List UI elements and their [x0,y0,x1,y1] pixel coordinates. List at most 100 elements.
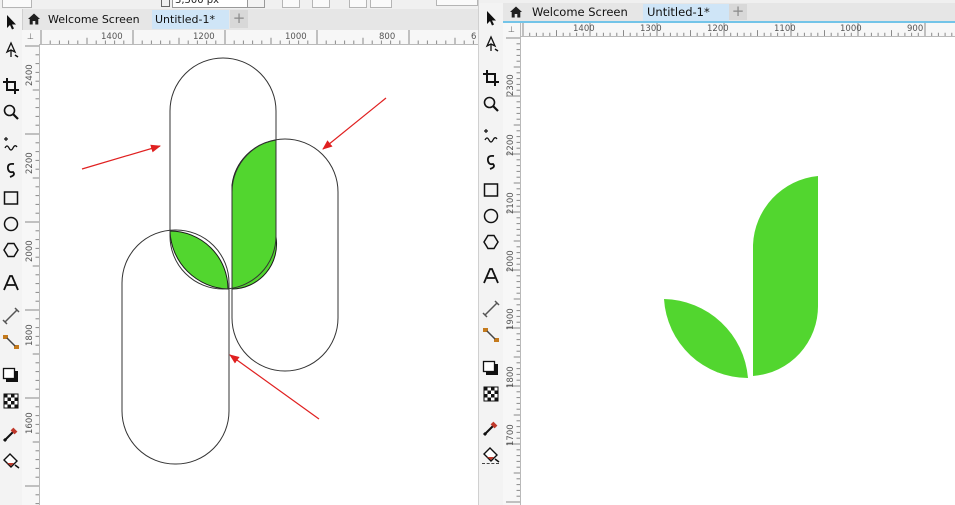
h-ruler-label: 1000 [285,32,307,42]
leaf-intersection-left[interactable] [169,230,229,290]
h-ruler-label: 900 [907,24,923,34]
annotation-arrow [322,97,387,150]
interactive-fill-icon[interactable] [2,451,20,469]
h-ruler-label: 1100 [774,24,796,34]
vertical-ruler[interactable]: 2400 2200 2000 1800 1600 [22,44,40,505]
polygon-tool-icon[interactable] [2,241,20,259]
v-ruler-label: 2200 [25,152,35,174]
interactive-fill-icon[interactable] [482,445,500,463]
crop-tool-icon[interactable] [2,77,20,95]
v-ruler-label: 2200 [506,134,516,156]
v-ruler-label: 1900 [506,308,516,330]
property-bar-button[interactable] [282,0,300,8]
v-ruler-label: 2300 [506,74,516,96]
horizontal-ruler-ticks: 1400 1200 1000 800 6 [40,30,476,44]
add-tab-icon[interactable]: + [230,10,248,28]
window-divider [478,0,479,505]
property-bar: 3,500 px [0,0,478,9]
outline-width-stepper[interactable] [247,0,265,8]
tab-untitled-1[interactable]: Untitled-1* [152,10,229,29]
property-bar-button[interactable] [349,0,367,8]
tab-welcome-screen[interactable]: Welcome Screen [529,4,642,21]
horizontal-ruler-ticks: 1400 1300 1200 1100 1000 900 [522,23,953,36]
h-ruler-label: 1400 [573,24,595,34]
transparency-icon[interactable] [482,385,500,403]
vertical-ruler-ticks: 2400 2200 2000 1800 1600 [25,45,39,505]
v-ruler-label: 1800 [25,324,35,346]
annotation-arrow [229,354,320,420]
dimension-tool-icon[interactable] [482,300,500,318]
freehand-tool-icon[interactable] [482,127,500,145]
right-window: Welcome Screen Untitled-1* + ⊥ 1400 1300… [478,0,955,505]
drawing-content [81,57,387,465]
transparency-icon[interactable] [2,392,20,410]
v-ruler-label: 1800 [506,366,516,388]
drop-shadow-icon[interactable] [2,366,20,384]
freehand-tool-icon[interactable] [2,135,20,153]
rectangle-tool-icon[interactable] [482,181,500,199]
tab-untitled-1[interactable]: Untitled-1* [643,4,729,21]
text-tool-icon[interactable] [482,267,500,285]
drop-shadow-icon[interactable] [482,359,500,377]
horizontal-ruler[interactable]: 1400 1200 1000 800 6 [39,30,478,45]
dimension-tool-icon[interactable] [2,307,20,325]
connector-tool-icon[interactable] [2,333,20,351]
vertical-ruler-ticks: 2300 2200 2100 2000 1900 1800 1700 [506,37,520,503]
h-ruler-label: 6 [471,32,476,42]
shape-tool-icon[interactable] [482,35,500,53]
tab-welcome-screen[interactable]: Welcome Screen [45,10,152,29]
horizontal-ruler[interactable]: 1400 1300 1200 1100 1000 900 [521,23,955,37]
artistic-media-icon[interactable] [482,153,500,171]
h-ruler-label: 1200 [707,24,729,34]
document-tab-bar: Welcome Screen Untitled-1* + [22,9,478,32]
left-window: 3,500 px Welcome Screen Untitled-1* + ⊥ [0,0,478,505]
drawing-content [664,176,819,379]
rectangle-tool-icon[interactable] [2,189,20,207]
leaf-shape-left[interactable] [664,299,748,379]
toolbox-overflow-indicator[interactable] [482,463,499,464]
h-ruler-label: 1000 [840,24,862,34]
pick-tool-icon[interactable] [482,9,500,27]
outline-width-field[interactable]: 3,500 px [172,0,248,8]
leaf-intersection-right[interactable] [231,139,278,290]
eyedropper-icon[interactable] [482,419,500,437]
ruler-origin[interactable]: ⊥ [503,23,521,37]
v-ruler-label: 2400 [25,64,35,86]
outline-width-icon [161,0,170,7]
property-bar-button[interactable] [2,0,32,8]
zoom-tool-icon[interactable] [2,103,20,121]
leaf-shape-right[interactable] [753,176,819,376]
polygon-tool-icon[interactable] [482,233,500,251]
artistic-media-icon[interactable] [2,161,20,179]
property-bar-button[interactable] [312,0,330,8]
v-ruler-label: 2000 [506,250,516,272]
h-ruler-label: 1200 [193,32,215,42]
text-tool-icon[interactable] [2,274,20,292]
shape-tool-icon[interactable] [2,41,20,59]
drawing-canvas[interactable] [40,45,478,505]
ellipse-tool-icon[interactable] [2,215,20,233]
ellipse-tool-icon[interactable] [482,207,500,225]
v-ruler-label: 1700 [506,424,516,446]
add-tab-icon[interactable]: + [729,4,747,20]
drawing-canvas[interactable] [521,37,955,505]
document-tab-bar: Welcome Screen Untitled-1* + [503,3,955,23]
property-bar-button[interactable] [370,0,392,8]
connector-tool-icon[interactable] [482,326,500,344]
crop-tool-icon[interactable] [482,69,500,87]
vertical-ruler[interactable]: 2300 2200 2100 2000 1900 1800 1700 [503,36,521,505]
home-icon[interactable] [509,5,523,19]
pick-tool-icon[interactable] [2,13,20,31]
property-bar-button[interactable] [436,0,478,6]
eyedropper-icon[interactable] [2,425,20,443]
ruler-origin[interactable]: ⊥ [22,30,40,45]
zoom-tool-icon[interactable] [482,95,500,113]
v-ruler-label: 1600 [25,412,35,434]
annotation-arrow [81,144,161,170]
h-ruler-label: 1300 [640,24,662,34]
toolbox [0,9,23,505]
v-ruler-label: 2100 [506,192,516,214]
v-ruler-label: 2000 [25,240,35,262]
h-ruler-label: 800 [379,32,395,42]
home-icon[interactable] [27,12,41,26]
